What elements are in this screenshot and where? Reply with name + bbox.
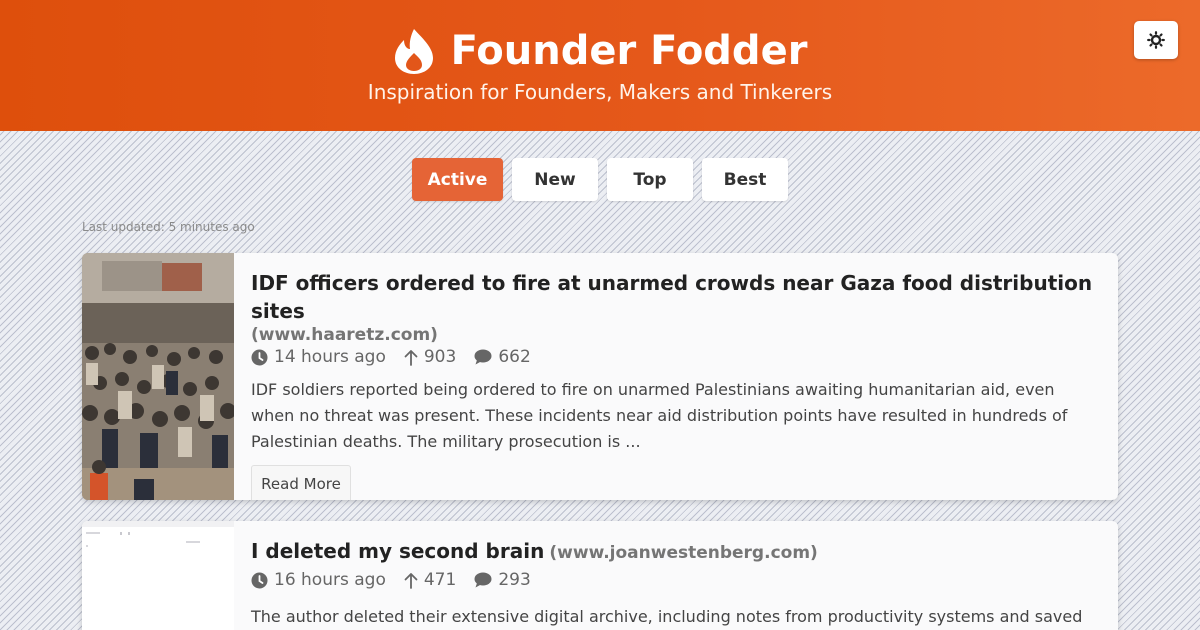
story-title[interactable]: IDF officers ordered to fire at unarmed … — [251, 269, 1094, 325]
story-age: 16 hours ago — [251, 570, 386, 590]
clock-icon — [251, 349, 268, 365]
read-more-button[interactable]: Read More — [251, 465, 351, 500]
story-points: 471 — [404, 570, 456, 590]
story-comments-text: 293 — [498, 570, 531, 590]
arrow-up-icon — [404, 572, 418, 589]
tab-top[interactable]: Top — [607, 158, 693, 201]
last-updated: Last updated: 5 minutes ago — [82, 220, 255, 234]
story-age-text: 16 hours ago — [274, 570, 386, 590]
site-tagline: Inspiration for Founders, Makers and Tin… — [367, 80, 833, 104]
story-age: 14 hours ago — [251, 347, 386, 367]
clock-icon — [251, 572, 268, 588]
story-domain[interactable]: (www.joanwestenberg.com) — [549, 543, 817, 563]
story-thumbnail[interactable] — [82, 253, 234, 500]
story-content: IDF officers ordered to fire at unarmed … — [251, 269, 1094, 500]
story-points-text: 903 — [423, 347, 457, 367]
tab-best[interactable]: Best — [702, 158, 788, 201]
flame-icon — [394, 29, 433, 74]
comment-icon — [474, 349, 492, 365]
sort-tabs: Active New Top Best — [0, 158, 1200, 201]
arrow-up-icon — [404, 349, 418, 366]
story-heading: I deleted my second brain (www.joanweste… — [251, 537, 1094, 568]
story-summary: The author deleted their extensive digit… — [251, 607, 1083, 626]
story-points-text: 471 — [423, 570, 457, 590]
sun-icon — [1147, 31, 1165, 49]
comment-icon — [474, 572, 492, 588]
story-card: IDF officers ordered to fire at unarmed … — [82, 253, 1118, 500]
story-content: I deleted my second brain (www.joanweste… — [251, 537, 1094, 630]
story-card: I deleted my second brain (www.joanweste… — [82, 521, 1118, 630]
story-age-text: 14 hours ago — [274, 347, 386, 367]
story-meta: 16 hours ago 471 293 — [251, 570, 1094, 590]
story-comments-text: 662 — [498, 347, 531, 367]
story-points: 903 — [404, 347, 456, 367]
story-thumbnail[interactable] — [82, 521, 234, 630]
story-domain[interactable]: (www.haaretz.com) — [251, 325, 1094, 345]
story-meta: 14 hours ago 903 662 — [251, 347, 1094, 367]
site-header: Founder Fodder Inspiration for Founders,… — [0, 0, 1200, 131]
story-comments[interactable]: 293 — [474, 570, 531, 590]
theme-toggle-button[interactable] — [1134, 21, 1178, 59]
story-comments[interactable]: 662 — [474, 347, 531, 367]
tab-active[interactable]: Active — [412, 158, 503, 201]
story-title[interactable]: I deleted my second brain — [251, 539, 544, 563]
story-summary: IDF soldiers reported being ordered to f… — [251, 380, 1068, 451]
site-title: Founder Fodder — [450, 28, 808, 74]
tab-new[interactable]: New — [512, 158, 598, 201]
brand[interactable]: Founder Fodder — [0, 26, 1200, 76]
